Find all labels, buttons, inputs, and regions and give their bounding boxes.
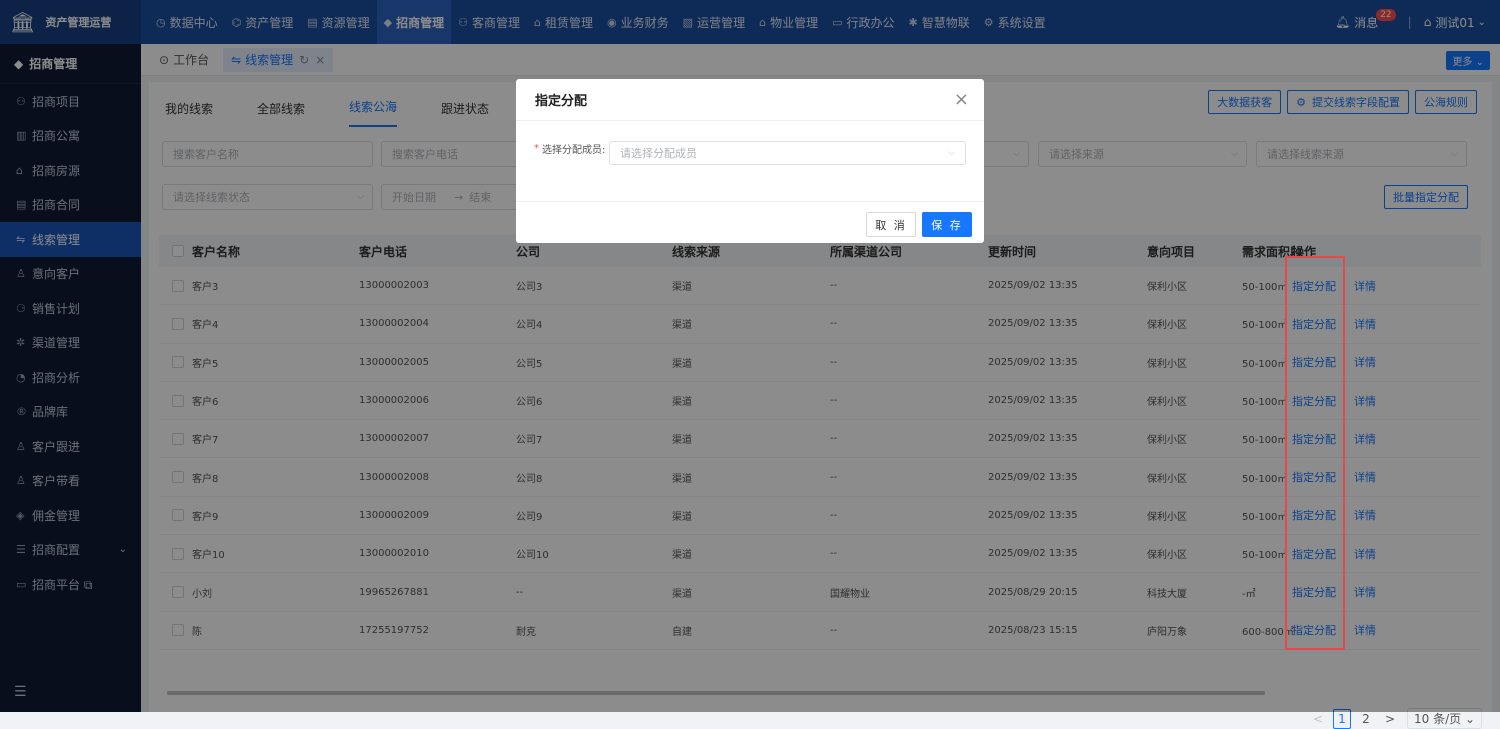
member-field-label: * 选择分配成员: (534, 141, 605, 156)
save-button[interactable]: 保 存 (922, 212, 972, 237)
member-label: 选择分配成员: (542, 145, 606, 156)
close-icon[interactable]: × (954, 89, 969, 110)
chevron-down-icon: ⌵ (948, 148, 955, 158)
modal-footer: 取 消 保 存 (516, 201, 984, 243)
modal-title: 指定分配 (516, 79, 984, 121)
member-select[interactable]: 请选择分配成员 ⌵ (609, 141, 966, 165)
assign-modal: 指定分配 × * 选择分配成员: 请选择分配成员 ⌵ 取 消 保 存 (516, 79, 984, 243)
member-placeholder: 请选择分配成员 (620, 147, 697, 160)
cancel-button[interactable]: 取 消 (866, 212, 916, 237)
required-mark: * (534, 143, 539, 154)
